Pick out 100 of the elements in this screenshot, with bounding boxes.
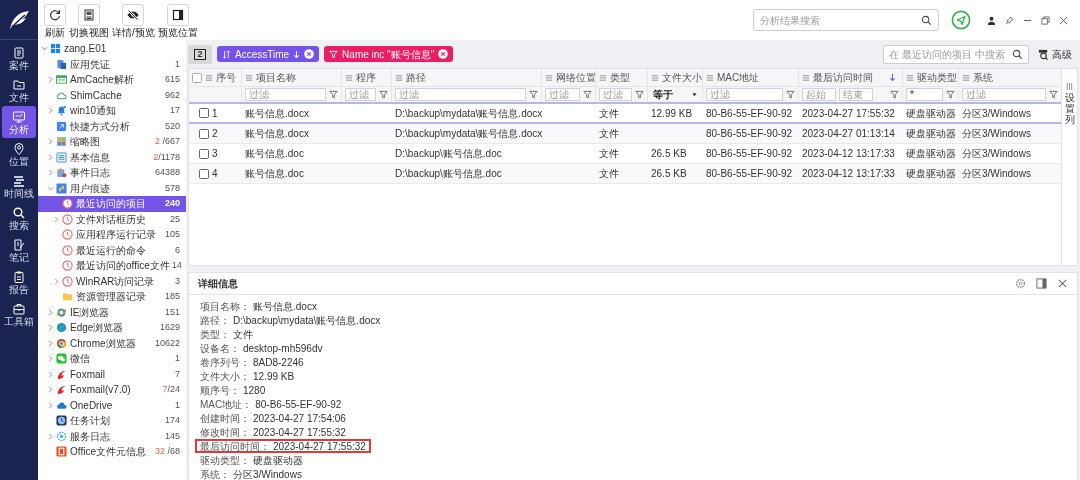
- filter-field[interactable]: 过滤: [545, 88, 580, 101]
- chevron-right-icon[interactable]: [47, 169, 54, 177]
- tree-item[interactable]: 最近运行的命令 6: [38, 242, 186, 258]
- chevron-right-icon[interactable]: [47, 107, 54, 115]
- filter-field[interactable]: 过滤: [345, 88, 376, 101]
- toolbar-button[interactable]: 刷新: [44, 4, 66, 38]
- search-field[interactable]: 分析结果搜索: [753, 9, 939, 31]
- filter-icon[interactable]: [379, 90, 388, 99]
- chevron-right-icon[interactable]: [53, 277, 60, 285]
- remove-icon[interactable]: [438, 49, 449, 59]
- advanced-button[interactable]: 高级: [1038, 46, 1072, 62]
- tree-item[interactable]: 应用程序运行记录 105: [38, 227, 186, 243]
- nav-item[interactable]: 笔记: [2, 234, 36, 266]
- column-header[interactable]: 网络位置: [541, 69, 595, 86]
- chevron-right-icon[interactable]: [47, 432, 54, 440]
- chevron-right-icon[interactable]: [47, 339, 54, 347]
- filter-field[interactable]: 过滤: [599, 88, 632, 101]
- restore-icon[interactable]: [1041, 15, 1050, 25]
- close-icon[interactable]: [1057, 278, 1068, 289]
- chips-toggle-button[interactable]: 2: [188, 44, 212, 64]
- settings-icon[interactable]: [1015, 278, 1026, 289]
- tree-item[interactable]: 最近访问的office文件 14: [38, 258, 186, 274]
- tree-item[interactable]: WinRAR访问记录 3: [38, 273, 186, 289]
- tree-item[interactable]: zang.E01: [38, 41, 186, 57]
- table-row[interactable]: 2 账号信息.docx D:\backup\mydata\账号信息.docx 文件 80-B6-55-EF-90-92 2023-04-27 01:13:14 硬盘驱动器 分区3/Windows: [189, 124, 1061, 144]
- chevron-right-icon[interactable]: [47, 386, 54, 394]
- search-input[interactable]: 在 最近访问的项目 中搜索: [889, 46, 1012, 62]
- filter-icon[interactable]: [635, 90, 644, 99]
- split-panel-icon[interactable]: [1036, 278, 1047, 289]
- checkbox[interactable]: [199, 148, 209, 159]
- filter-field[interactable]: 过滤: [706, 88, 783, 101]
- chevron-down-icon[interactable]: [41, 45, 48, 53]
- filter-field[interactable]: 结束: [839, 88, 873, 101]
- filter-icon[interactable]: [1049, 90, 1058, 99]
- filter-field[interactable]: 过滤: [395, 88, 526, 101]
- chevron-right-icon[interactable]: [47, 308, 54, 316]
- toolbar-button[interactable]: 切换视图: [69, 4, 109, 38]
- chevron-right-icon[interactable]: [47, 324, 54, 332]
- column-header[interactable]: MAC地址: [702, 69, 798, 86]
- column-header[interactable]: 最后访问时间: [798, 69, 902, 86]
- tree-item[interactable]: 基本信息 2/1178: [38, 149, 186, 165]
- filter-icon[interactable]: [329, 90, 338, 99]
- chevron-right-icon[interactable]: [47, 138, 54, 146]
- filter-chip[interactable]: Name inc "账号信息": [324, 46, 454, 62]
- tree-item[interactable]: OneDrive 1: [38, 397, 186, 413]
- filter-chip[interactable]: AccessTime: [217, 46, 320, 62]
- nav-item[interactable]: 搜索: [2, 202, 36, 234]
- search-input[interactable]: 分析结果搜索: [760, 12, 921, 28]
- column-header[interactable]: 路径: [391, 69, 541, 86]
- nav-item[interactable]: 案件: [2, 42, 36, 74]
- remove-icon[interactable]: [304, 49, 315, 59]
- filter-field[interactable]: *: [906, 88, 943, 101]
- filter-icon[interactable]: [786, 90, 795, 99]
- chevron-right-icon[interactable]: [53, 215, 60, 223]
- close-icon[interactable]: [1059, 15, 1068, 25]
- tree-item[interactable]: ShimCache 962: [38, 87, 186, 103]
- tree-item[interactable]: 事件日志 64388: [38, 165, 186, 181]
- search-field[interactable]: 在 最近访问的项目 中搜索: [883, 44, 1029, 64]
- tree-item[interactable]: 服务日志 145: [38, 428, 186, 444]
- chevron-right-icon[interactable]: [47, 153, 54, 161]
- checkbox[interactable]: [199, 108, 209, 118]
- column-header[interactable]: 序号: [189, 69, 241, 86]
- nav-item[interactable]: 工具箱: [2, 298, 36, 330]
- tree-item[interactable]: 文件对话框历史 25: [38, 211, 186, 227]
- tree-item[interactable]: 快捷方式分析 520: [38, 118, 186, 134]
- checkbox[interactable]: [199, 168, 209, 179]
- filter-field[interactable]: 过滤: [245, 88, 326, 101]
- tree-item[interactable]: 资源管理器记录 185: [38, 289, 186, 305]
- nav-item[interactable]: 分析: [2, 106, 36, 138]
- column-header[interactable]: 驱动类型: [902, 69, 958, 86]
- user-icon[interactable]: [987, 15, 996, 25]
- tree-item[interactable]: 任务计划 174: [38, 413, 186, 429]
- chevron-right-icon[interactable]: [47, 370, 54, 378]
- column-header[interactable]: 程序: [341, 69, 391, 86]
- tree-item[interactable]: Foxmail 7: [38, 366, 186, 382]
- toolbar-button[interactable]: 预览位置: [157, 4, 198, 38]
- chevron-right-icon[interactable]: [47, 76, 54, 84]
- column-header[interactable]: 项目名称: [241, 69, 341, 86]
- tree-item[interactable]: Foxmail(v7.0) 7/24: [38, 382, 186, 398]
- filter-field[interactable]: 起始: [802, 88, 836, 101]
- column-header[interactable]: 类型: [595, 69, 647, 86]
- filter-icon[interactable]: [946, 90, 955, 99]
- column-header[interactable]: 系统: [958, 69, 1061, 86]
- column-header[interactable]: 文件大小: [647, 69, 702, 86]
- tree-item[interactable]: IE浏览器 151: [38, 304, 186, 320]
- tree-item[interactable]: 应用凭证 1: [38, 56, 186, 72]
- filter-icon[interactable]: [583, 90, 592, 99]
- tree-item[interactable]: 最近访问的项目 240: [38, 196, 186, 212]
- table-row[interactable]: 4 账号信息.doc D:\backup\账号信息.doc 文件 26.5 KB 80-B6-55-EF-90-92 2023-04-12 13:17:33 硬盘驱动器 分区3/Windows: [189, 164, 1061, 184]
- tree-item[interactable]: 缩略图 2 /667: [38, 134, 186, 150]
- column-settings-label[interactable]: 设置列: [1064, 92, 1075, 125]
- nav-item[interactable]: 文件: [2, 74, 36, 106]
- tree-item[interactable]: 微信 1: [38, 351, 186, 367]
- toolbar-button[interactable]: 详情/预览: [112, 4, 155, 38]
- tree-item[interactable]: win10通知 17: [38, 103, 186, 119]
- chevron-down-icon[interactable]: [47, 184, 54, 192]
- tree-item[interactable]: Office文件元信息 32 /68: [38, 444, 186, 460]
- columns-icon[interactable]: [1066, 83, 1073, 90]
- sort-arrow-icon[interactable]: [889, 73, 896, 82]
- tree-item[interactable]: AmCache解析 615: [38, 72, 186, 88]
